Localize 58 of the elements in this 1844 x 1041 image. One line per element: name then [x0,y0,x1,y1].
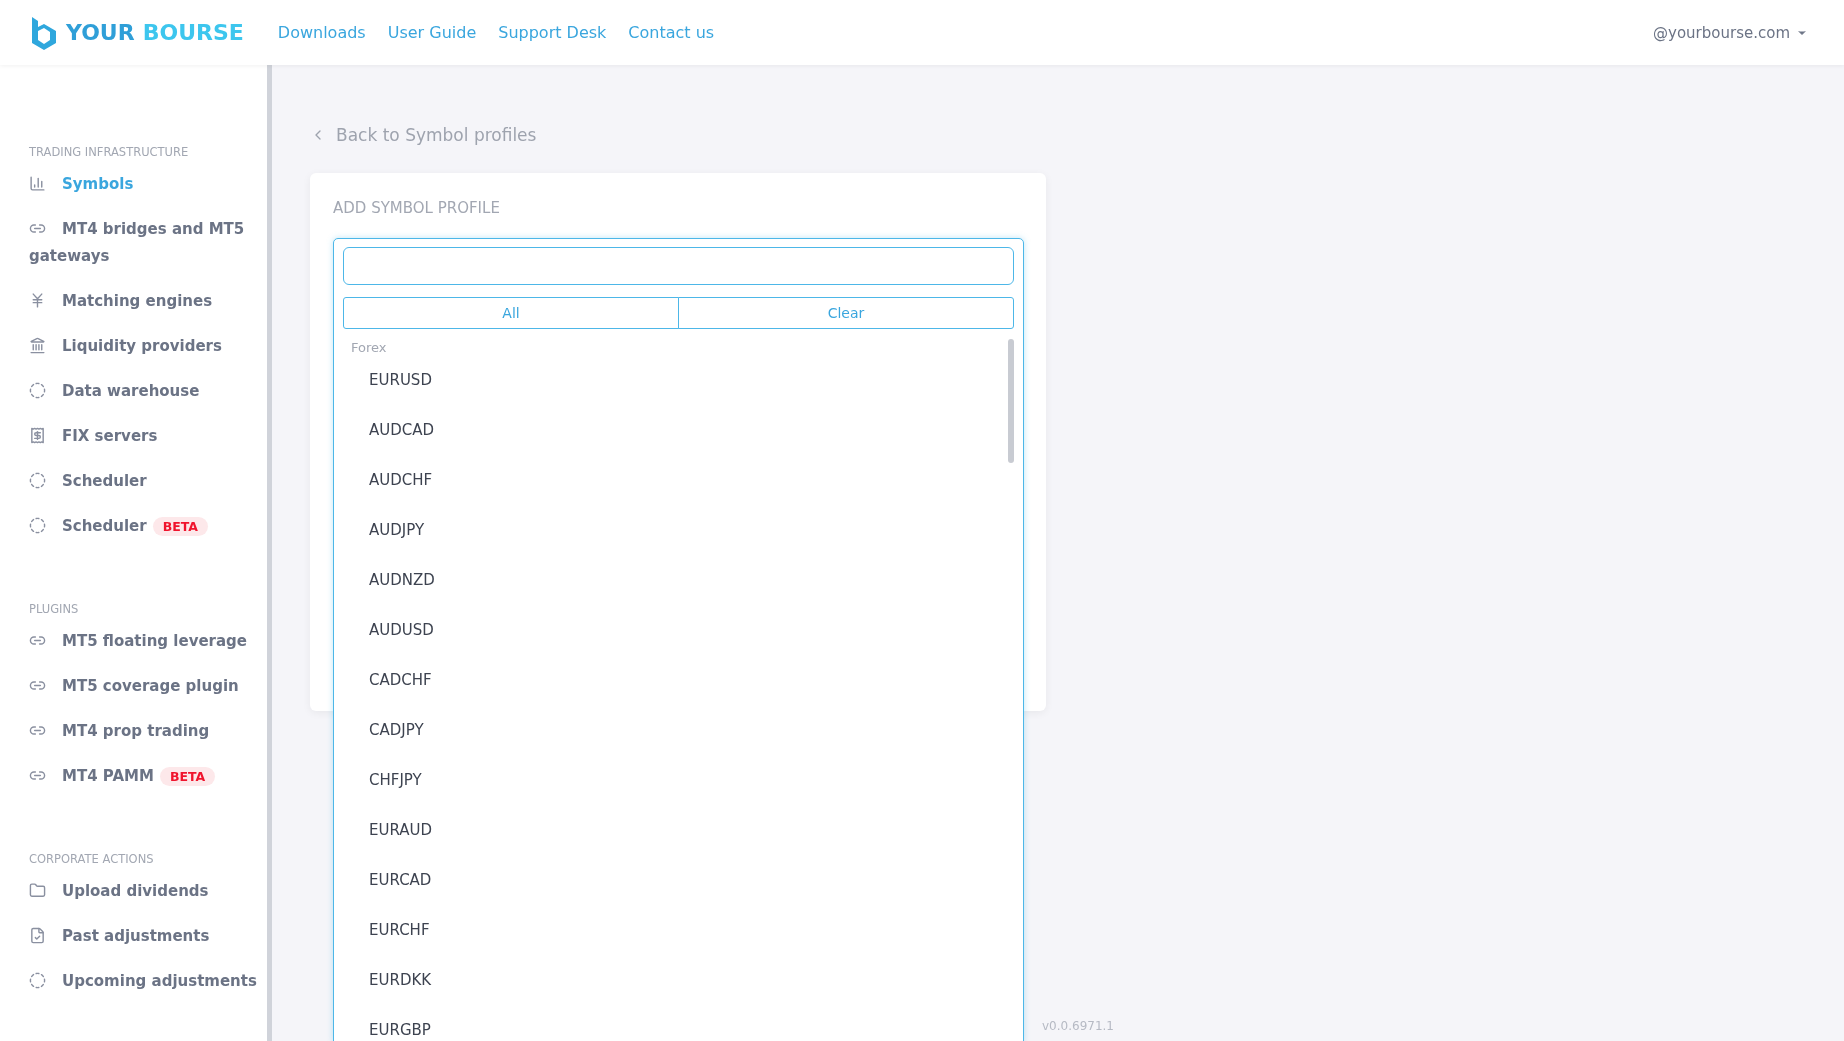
search-field[interactable] [343,247,1014,285]
section-title: CORPORATE ACTIONS [29,852,155,866]
sidebar-item[interactable]: Data warehouse [29,378,267,405]
nav-link[interactable]: Downloads [277,23,366,42]
ring-icon [29,517,46,534]
select-button[interactable]: All [343,297,679,329]
dropdown-option[interactable]: EURAUD [343,805,1002,855]
brand-name: YOUR [66,20,135,45]
folder-icon [29,882,46,899]
card-title: ADD SYMBOL PROFILE [333,199,501,217]
group-label: Forex [350,339,388,355]
dropdown-option[interactable]: CADJPY [343,705,1002,755]
sidebar-item[interactable]: Scheduler [29,468,267,495]
logo-icon [30,14,58,51]
sidebar-item[interactable]: Symbols [29,171,267,198]
dropdown-option[interactable]: AUDCHF [343,455,1002,505]
sidebar-item[interactable]: MT5 coverage plugin [29,673,267,700]
beta-badge: BETA [152,517,208,536]
ring-icon [29,382,46,399]
dropdown-option[interactable]: EURDKK [343,955,1002,1005]
bank-icon [29,337,46,354]
sidebar-item[interactable]: Liquidity providers [29,333,267,360]
sidebar-item[interactable]: MT4 PAMM BETA [29,763,267,790]
brand-name: BOURSE [142,20,244,45]
sidebar-item[interactable]: MT5 floating leverage [29,628,267,655]
nav-link[interactable]: Contact us [628,23,715,42]
sidebar-item[interactable]: Matching engines [29,288,267,315]
dropdown-option[interactable]: EURCAD [343,855,1002,905]
bar-chart-icon [29,175,46,192]
ring-icon [29,472,46,489]
dropdown-option[interactable]: EURGBP [343,1005,1002,1041]
file-check-icon [29,927,46,944]
select-button[interactable]: Clear [678,297,1014,329]
scrollbar-thumb[interactable] [1008,339,1014,463]
dropdown-option[interactable]: AUDCAD [343,405,1002,455]
dropdown-option[interactable]: CADCHF [343,655,1002,705]
sidebar-item[interactable]: MT4 prop trading [29,718,267,745]
dropdown-option[interactable]: AUDUSD [343,605,1002,655]
sidebar-item[interactable]: Scheduler BETA [29,513,267,540]
ring-icon [29,972,46,989]
beta-badge: BETA [159,767,216,786]
dropdown-option[interactable]: CHFJPY [343,755,1002,805]
sidebar-item[interactable]: MT4 bridges and MT5 gateways [29,216,267,270]
sidebar-item[interactable]: FIX servers [29,423,267,450]
dropdown-option[interactable]: EURUSD [343,355,1002,405]
dropdown-option[interactable]: EURCHF [343,905,1002,955]
nav-link[interactable]: Support Desk [498,23,607,42]
sidebar-item[interactable]: Past adjustments [29,923,267,950]
account-menu[interactable]: @yourbourse.com [1647,22,1814,43]
nav-link[interactable]: User Guide [387,23,477,42]
sidebar-item[interactable]: Upcoming adjustments [29,968,267,995]
dropdown-option[interactable]: AUDNZD [343,555,1002,605]
version-label: v0.0.6971.1 [1042,1019,1114,1033]
receipt-icon [29,427,46,444]
section-title: TRADING INFRASTRUCTURE [29,145,190,159]
sidebar-item[interactable]: Upload dividends [29,878,267,905]
dropdown-option[interactable]: AUDJPY [343,505,1002,555]
section-title: PLUGINS [29,602,80,616]
